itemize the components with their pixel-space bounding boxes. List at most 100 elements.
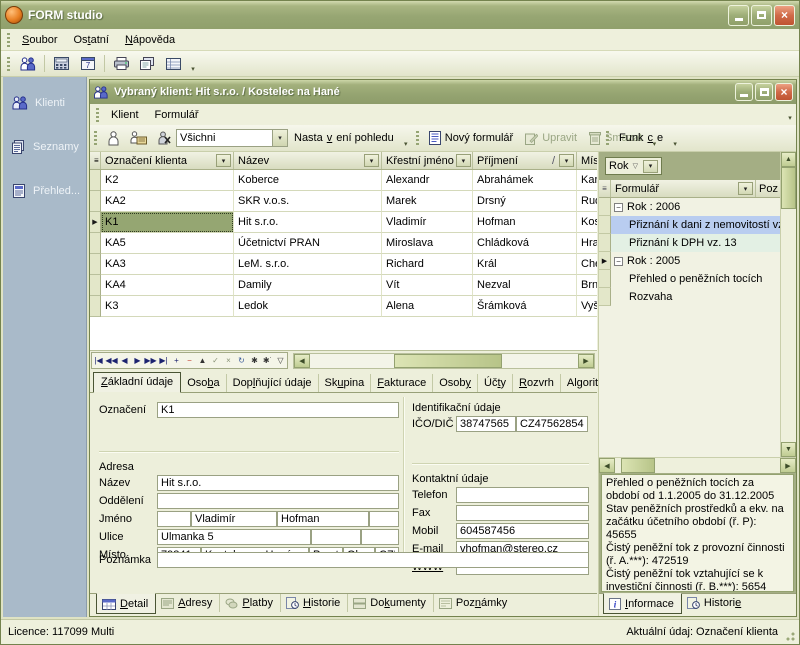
- tab-ucty[interactable]: Účty: [478, 374, 513, 392]
- client-title-bar[interactable]: Vybraný klient: Hit s.r.o. / Kostelec na…: [90, 80, 796, 104]
- column-header-krestni[interactable]: Křestní jméno▾: [382, 152, 473, 169]
- sidebar-item-klienti[interactable]: Klienti: [3, 91, 86, 115]
- tab-dokumenty[interactable]: Dokumenty: [348, 594, 434, 612]
- column-header-formular[interactable]: Formulář ▾: [611, 180, 756, 197]
- forms-vertical-scrollbar[interactable]: ▲ ▼: [780, 152, 796, 457]
- nav-last-button[interactable]: ▶|: [157, 353, 170, 368]
- nav-prior-page-button[interactable]: ◀◀: [105, 353, 118, 368]
- scroll-down-icon[interactable]: ▼: [781, 442, 796, 457]
- menubar-overflow-button[interactable]: ▾: [784, 104, 796, 125]
- tree-item-label[interactable]: Přehled o peněžních tocích: [611, 270, 780, 288]
- ulice-extra2-field[interactable]: [361, 529, 399, 545]
- row-selector[interactable]: [90, 254, 101, 275]
- scroll-track[interactable]: [655, 458, 780, 473]
- tab-fakturace[interactable]: Fakturace: [371, 374, 433, 392]
- menubar-gripper[interactable]: [7, 33, 10, 47]
- forms-horizontal-scrollbar[interactable]: ◀ ▶: [599, 457, 796, 473]
- nav-cancel-button[interactable]: ×: [222, 353, 235, 368]
- column-filter-button[interactable]: ▾: [364, 154, 379, 167]
- collapse-icon[interactable]: −: [614, 203, 623, 212]
- oznaceni-field[interactable]: [157, 402, 399, 418]
- ulice-extra1-field[interactable]: [311, 529, 361, 545]
- cell[interactable]: Ledok: [234, 296, 382, 317]
- table-row[interactable]: K2 Koberce Alexandr Abrahámek Karv: [90, 170, 597, 191]
- row-selector[interactable]: [599, 198, 611, 216]
- toolbar-overflow-button[interactable]: ▾: [400, 125, 412, 151]
- scroll-thumb[interactable]: [781, 167, 796, 209]
- sidebar-item-prehled[interactable]: Přehled...: [3, 179, 86, 203]
- toolbar-overflow-button[interactable]: ▾: [187, 51, 199, 76]
- close-button[interactable]: ×: [774, 5, 795, 26]
- edit-form-button[interactable]: Upravit: [519, 129, 583, 148]
- row-selector[interactable]: [599, 270, 611, 288]
- toolbar-gripper[interactable]: [416, 131, 419, 145]
- ulice-field[interactable]: [157, 529, 311, 545]
- jmeno-suffix-field[interactable]: [369, 511, 399, 527]
- menu-formular[interactable]: Formulář: [147, 106, 207, 124]
- jmeno-title-field[interactable]: [157, 511, 191, 527]
- sidebar-item-seznamy[interactable]: Seznamy: [3, 135, 86, 159]
- dic-field[interactable]: [516, 416, 588, 432]
- tree-item-row[interactable]: Přehled o peněžních tocích: [599, 270, 780, 288]
- scroll-left-icon[interactable]: ◀: [294, 354, 310, 368]
- nav-refresh-button[interactable]: ↻: [235, 353, 248, 368]
- toolbar-gripper[interactable]: [606, 131, 609, 145]
- clients-button[interactable]: [15, 53, 40, 75]
- column-filter-button[interactable]: ▾: [456, 154, 471, 167]
- nav-search-button[interactable]: ✱: [248, 353, 261, 368]
- toolbar-overflow-button[interactable]: ▾: [669, 125, 681, 151]
- client-maximize-button[interactable]: [755, 83, 773, 101]
- tab-skupina[interactable]: Skupina: [319, 374, 372, 392]
- row-selector[interactable]: [599, 216, 611, 234]
- new-form-button[interactable]: Nový formulář: [423, 128, 519, 148]
- table-row[interactable]: KA2 SKR v.o.s. Marek Drsný Rudn: [90, 191, 597, 212]
- cell[interactable]: K2: [101, 170, 234, 191]
- copy-button[interactable]: [135, 53, 160, 75]
- cell[interactable]: Rudn: [577, 191, 597, 212]
- menu-ostatni[interactable]: Ostatní: [65, 31, 116, 49]
- cell[interactable]: Miroslava: [382, 233, 473, 254]
- maximize-button[interactable]: [751, 5, 772, 26]
- client-filter-combobox[interactable]: Všichni ▾: [176, 129, 288, 147]
- scroll-right-icon[interactable]: ▶: [780, 458, 796, 473]
- scroll-left-icon[interactable]: ◀: [599, 458, 615, 473]
- tab-detail[interactable]: Detail: [96, 593, 156, 614]
- cell[interactable]: KA2: [101, 191, 234, 212]
- cell[interactable]: Drsný: [473, 191, 577, 212]
- column-filter-button[interactable]: ▾: [559, 154, 574, 167]
- title-bar[interactable]: FORM studio ×: [1, 1, 799, 29]
- menu-napoveda[interactable]: Nápověda: [117, 31, 183, 49]
- row-selector[interactable]: [90, 170, 101, 191]
- oddeleni-field[interactable]: [157, 493, 399, 509]
- resize-grip[interactable]: [784, 630, 796, 642]
- table-row-selected[interactable]: ▶ K1 Hit s.r.o. Vladimír Hofman Kost: [90, 212, 597, 233]
- cell[interactable]: KA5: [101, 233, 234, 254]
- tree-item-row[interactable]: Rozvaha: [599, 288, 780, 306]
- column-header-poz[interactable]: Poz: [756, 180, 780, 197]
- row-selector[interactable]: [90, 191, 101, 212]
- tab-informace[interactable]: i Informace: [603, 593, 682, 614]
- cell[interactable]: Vladimír: [382, 212, 473, 233]
- cell[interactable]: Brno: [577, 275, 597, 296]
- row-selector[interactable]: [90, 275, 101, 296]
- row-selector[interactable]: [599, 288, 611, 306]
- list-button[interactable]: [161, 53, 186, 75]
- scroll-thumb[interactable]: [394, 354, 502, 368]
- cell[interactable]: Marek: [382, 191, 473, 212]
- tree-group-row[interactable]: ▶ −Rok : 2005: [599, 252, 780, 270]
- jmeno-first-field[interactable]: [191, 511, 277, 527]
- cell[interactable]: Šrámková: [473, 296, 577, 317]
- grid-menu-button[interactable]: ≡: [599, 180, 611, 197]
- calendar-button[interactable]: 7: [75, 53, 100, 75]
- client-card-button[interactable]: [126, 127, 151, 149]
- cell[interactable]: Kost: [577, 212, 597, 233]
- remove-client-button[interactable]: [151, 127, 176, 149]
- cell[interactable]: Účetnictví PRAN: [234, 233, 382, 254]
- tree-item-label[interactable]: Přiznání k dani z nemovitostí vz: [611, 216, 780, 234]
- tab-zakladni-udaje[interactable]: Základní údaje: [93, 372, 181, 393]
- table-row[interactable]: KA4 Damily Vít Nezval Brno: [90, 275, 597, 296]
- nav-edit-button[interactable]: ▲: [196, 353, 209, 368]
- minimize-button[interactable]: [728, 5, 749, 26]
- current-row-marker[interactable]: ▶: [599, 252, 611, 270]
- nav-first-button[interactable]: |◀: [92, 353, 105, 368]
